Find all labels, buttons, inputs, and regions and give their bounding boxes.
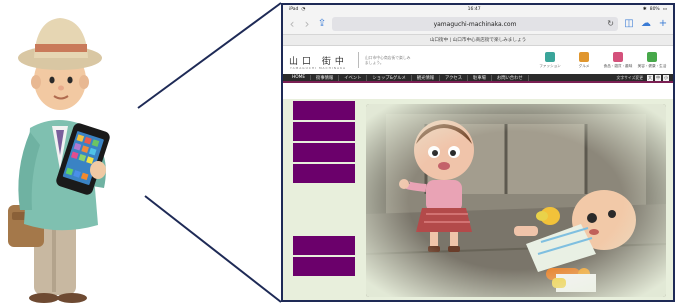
font-large-button[interactable]: 大 (647, 74, 653, 81)
category-label: 美容・健康・生活 (637, 63, 667, 68)
illustration-stage: iPad ◔ 16:47 ✱ 80% ▭ ‹ › ⇪ yamaguchi-mac… (0, 0, 675, 303)
sidebar-button-1[interactable] (293, 101, 355, 120)
category-label: グルメ (578, 63, 590, 68)
bookmarks-icon[interactable]: ◫ (623, 17, 635, 31)
battery-percent: 80% (649, 7, 660, 12)
browser-toolbar: ‹ › ⇪ yamaguchi-machinaka.com ↻ ◫ ☁ + (283, 14, 673, 35)
category-gourmet[interactable]: グルメ (569, 51, 599, 69)
font-medium-button[interactable]: 中 (655, 74, 661, 81)
category-beauty[interactable]: 美容・健康・生活 (637, 51, 667, 69)
goods-icon (613, 51, 623, 62)
hero-illustration (366, 104, 666, 297)
nav-news[interactable]: 街事情報 (311, 74, 340, 81)
sidebar-button-4[interactable] (293, 164, 355, 183)
first-aid-icon (647, 51, 657, 62)
site-tagline: 山口市中心商店街で楽しみましょう。 (364, 55, 411, 65)
site-header: 山口 街中 YAMAGUCHI MACHINAKA 山口市中心商店街で楽しみまし… (283, 46, 673, 74)
nav-tourism[interactable]: 観光情報 (412, 74, 441, 81)
category-label: 食品・雑貨・趣味 (603, 63, 633, 68)
nav-access[interactable]: アクセス (440, 74, 469, 81)
status-bar: iPad ◔ 16:47 ✱ 80% ▭ (283, 5, 673, 14)
sidebar-button-6[interactable] (293, 257, 355, 276)
forward-icon[interactable]: › (302, 17, 312, 31)
reload-icon[interactable]: ↻ (607, 17, 614, 31)
back-icon[interactable]: ‹ (287, 17, 297, 31)
nav-contact[interactable]: お問い合わせ (492, 74, 529, 81)
wifi-icon: ◔ (301, 7, 306, 12)
sidebar-button-3[interactable] (293, 143, 355, 162)
tab-title[interactable]: 山口街中 | 山口市中心商店街で楽しみましょう (283, 35, 673, 46)
fashion-icon (545, 51, 555, 62)
sidebar-button-5[interactable] (293, 236, 355, 255)
category-fashion[interactable]: ファッション (535, 51, 565, 69)
sidebar-button-2[interactable] (293, 122, 355, 141)
nav-events[interactable]: イベント (339, 74, 368, 81)
font-size-label: 文字サイズ変更 (616, 74, 643, 80)
nav-shop-gourmet[interactable]: ショップ&グルメ (367, 74, 412, 81)
address-bar[interactable]: yamaguchi-machinaka.com ↻ (332, 17, 618, 31)
new-tab-icon[interactable]: + (657, 17, 669, 31)
battery-icon: ▭ (662, 7, 667, 12)
main-nav: HOME 街事情報 イベント ショップ&グルメ 観光情報 アクセス 駐車場 お問… (283, 74, 673, 83)
clock: 16:47 (467, 7, 481, 12)
tab-title-text: 山口街中 | 山口市中心商店街で楽しみましょう (429, 38, 527, 43)
cloud-tabs-icon[interactable]: ☁ (640, 17, 652, 31)
tablet-browser-screen: iPad ◔ 16:47 ✱ 80% ▭ ‹ › ⇪ yamaguchi-mac… (281, 3, 675, 302)
carrier-label: iPad (289, 7, 299, 12)
character-shoes (29, 293, 59, 303)
font-size-tools: 文字サイズ変更 大 中 小 (616, 74, 669, 81)
category-goods[interactable]: 食品・雑貨・趣味 (603, 51, 633, 69)
site-logo[interactable]: 山口 街中 (289, 54, 348, 67)
font-small-button[interactable]: 小 (663, 74, 669, 81)
category-links: ファッション グルメ 食品・雑貨・趣味 美容・健康・生活 (535, 51, 667, 69)
site-logo-subtitle: YAMAGUCHI MACHINAKA (290, 66, 347, 70)
share-icon[interactable]: ⇪ (317, 17, 327, 31)
nav-home[interactable]: HOME (287, 75, 312, 80)
character-with-phone (8, 18, 110, 303)
url-text: yamaguchi-machinaka.com (433, 20, 517, 28)
category-label: ファッション (539, 63, 561, 68)
header-divider (357, 52, 359, 68)
cutlery-icon (579, 51, 589, 62)
nav-parking[interactable]: 駐車場 (468, 74, 492, 81)
bluetooth-icon: ✱ (642, 7, 647, 12)
page-content (283, 99, 673, 300)
